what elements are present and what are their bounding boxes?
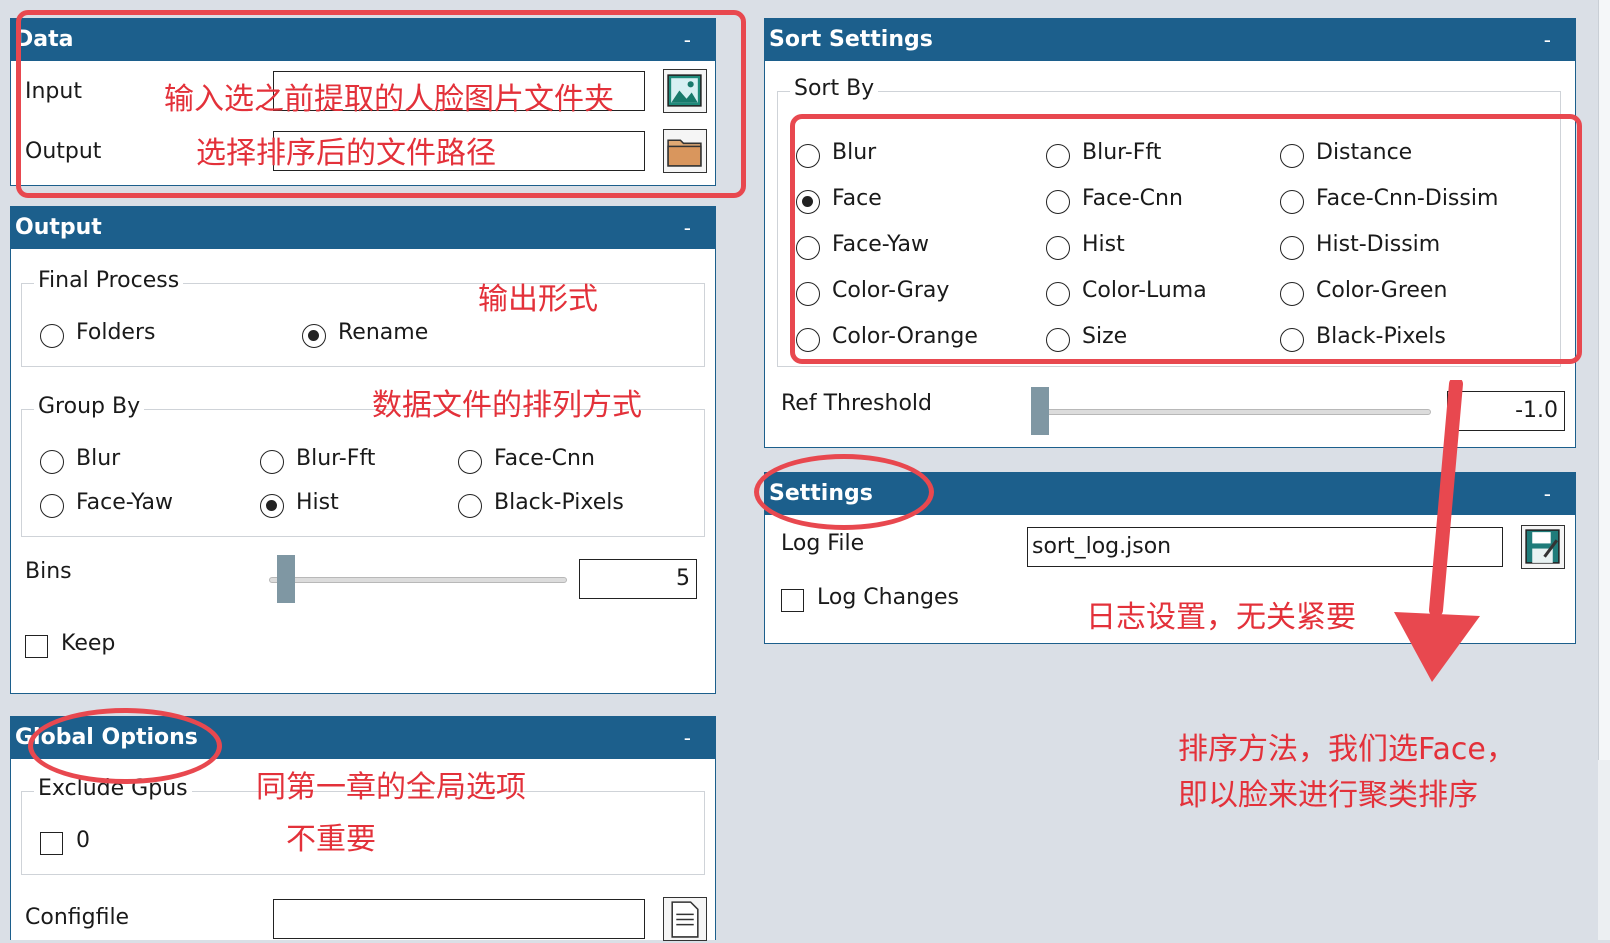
exclude-gpu-0-label: 0 [76,828,90,853]
configfile-label: Configfile [25,905,130,930]
global-options-highlight [28,708,222,784]
group-by-face-cnn-label: Face-Cnn [494,446,595,471]
group-by-black-pixels-label: Black-Pixels [494,490,624,515]
configfile-field[interactable] [273,899,645,939]
group-by-title: Group By [34,394,145,419]
log-file-value: sort_log.json [1032,534,1172,559]
final-process-title: Final Process [34,268,184,293]
group-by-group: Group By Blur Blur-Fft Face-Cnn Face-Yaw… [21,394,705,537]
log-settings-annotation: 日志设置，无关紧要 [1086,600,1356,635]
document-icon [671,901,699,938]
final-process-folders-label: Folders [76,320,156,345]
group-by-blur-fft-label: Blur-Fft [296,446,376,471]
group-by-annotation: 数据文件的排列方式 [372,388,642,423]
final-process-annotation: 输出形式 [478,282,598,317]
sort-settings-title: Sort Settings [769,27,933,52]
keep-label: Keep [61,631,116,656]
group-by-blur-fft-radio[interactable] [260,450,284,474]
final-process-rename-radio[interactable] [302,324,326,348]
sort-method-annotation-2: 即以脸来进行聚类排序 [1178,778,1478,813]
group-by-hist-label: Hist [296,490,339,515]
output-panel-header[interactable]: Output - [11,207,715,249]
save-icon [1525,529,1560,564]
scrollbar-track[interactable] [1598,0,1610,760]
output-panel-title: Output [15,215,102,240]
global-options-annotation: 同第一章的全局选项 [256,770,526,805]
bins-slider-track[interactable] [269,577,567,583]
group-by-blur-radio[interactable] [40,450,64,474]
sort-settings-minimize-button[interactable]: - [1544,19,1551,61]
global-options-annotation-2: 不重要 [286,822,376,857]
log-changes-label: Log Changes [817,585,959,610]
group-by-face-cnn-radio[interactable] [458,450,482,474]
settings-highlight [754,454,934,530]
bins-label: Bins [25,559,72,584]
vertical-scrollbar[interactable] [1598,0,1610,940]
log-changes-checkbox[interactable] [781,589,804,612]
group-by-blur-label: Blur [76,446,121,471]
ref-threshold-label: Ref Threshold [781,391,932,416]
output-panel-minimize-button[interactable]: - [684,207,691,249]
global-options-minimize-button[interactable]: - [684,717,691,759]
ref-threshold-slider-handle[interactable] [1031,387,1049,435]
sort-method-annotation: 排序方法，我们选Face， [1178,732,1516,767]
configfile-browse-button[interactable] [663,897,707,941]
log-file-label: Log File [781,531,865,556]
keep-checkbox[interactable] [25,635,48,658]
final-process-folders-radio[interactable] [40,324,64,348]
output-annotation: 选择排序后的文件路径 [196,136,496,171]
bins-value-field[interactable]: 5 [579,559,697,599]
sort-by-title: Sort By [790,76,879,101]
group-by-face-yaw-radio[interactable] [40,494,64,518]
ref-threshold-slider-track[interactable] [1031,409,1431,415]
log-file-save-button[interactable] [1521,525,1565,569]
group-by-black-pixels-radio[interactable] [458,494,482,518]
bins-slider-handle[interactable] [277,555,295,603]
final-process-group: Final Process Folders Rename [21,268,705,367]
input-annotation: 输入选之前提取的人脸图片文件夹 [164,82,614,117]
final-process-rename-label: Rename [338,320,429,345]
group-by-hist-radio[interactable] [260,494,284,518]
group-by-face-yaw-label: Face-Yaw [76,490,173,515]
sort-by-highlight [790,114,1582,364]
sort-settings-header[interactable]: Sort Settings - [765,19,1575,61]
settings-minimize-button[interactable]: - [1544,473,1551,515]
output-panel: Output - Final Process Folders Rename Gr… [10,206,716,694]
exclude-gpu-0-checkbox[interactable] [40,832,63,855]
annotation-arrow [1394,380,1480,682]
